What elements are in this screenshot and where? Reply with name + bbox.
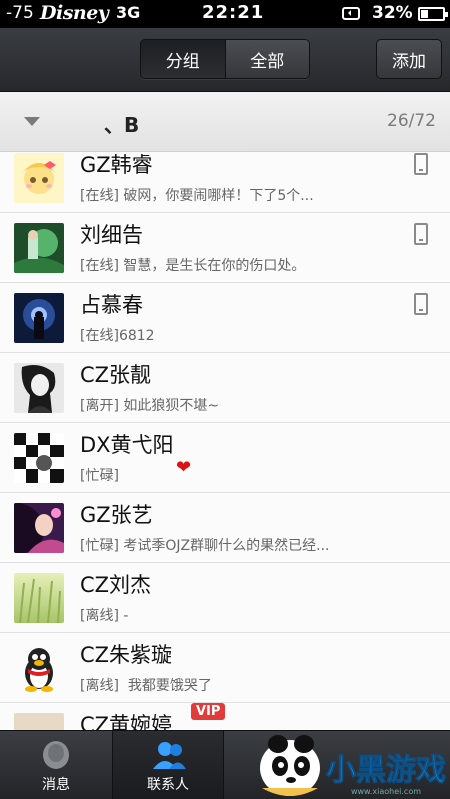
avatar: [14, 153, 64, 203]
contact-signature: [在线]6812: [80, 328, 155, 344]
mobile-online-icon: [414, 223, 428, 245]
contact-row[interactable]: CZ刘杰 [离线] -: [0, 563, 450, 633]
battery-icon: [418, 7, 448, 21]
mobile-online-icon: [414, 293, 428, 315]
contact-row[interactable]: CZ黄婉婷 VIP: [0, 703, 450, 730]
tab-messages-label: 消息: [42, 777, 70, 793]
contact-signature: [离开] 如此狼狈不堪~: [80, 398, 220, 414]
contact-row[interactable]: GZ韩睿 [在线] 破网，你要闹哪样！下了5个...: [0, 152, 450, 213]
group-header[interactable]: 、B 26/72: [0, 92, 450, 152]
avatar: [14, 363, 64, 413]
contact-name: 占慕春: [80, 293, 143, 317]
site-watermark: 小黑游戏 www.xiaohei.com: [248, 728, 450, 799]
tab-contacts[interactable]: 联系人: [112, 731, 224, 799]
svg-text:www.xiaohei.com: www.xiaohei.com: [351, 787, 421, 796]
status-bar: -75 Disney 3G 22:21 32%: [0, 0, 450, 28]
avatar: [14, 713, 64, 730]
contact-signature: [在线] 智慧，是生长在你的伤口处。: [80, 258, 306, 274]
view-segmented-control: 分组 全部: [140, 39, 310, 79]
chat-bubble-icon: [43, 741, 69, 769]
network-type: 3G: [116, 3, 141, 22]
battery-level: [421, 10, 428, 18]
carrier-name: Disney: [40, 2, 109, 24]
contact-name: CZ黄婉婷: [80, 713, 173, 730]
tab-groups[interactable]: 分组: [141, 40, 225, 78]
group-online-count: 26/72: [387, 111, 436, 131]
contact-name: GZ张艺: [80, 503, 153, 527]
contact-signature: [离线] 我都要饿哭了: [80, 678, 212, 694]
collapse-arrow-icon[interactable]: [24, 117, 40, 126]
top-bar: 分组 全部 添加: [0, 28, 450, 92]
contact-row[interactable]: CZ张靓 [离开] 如此狼狈不堪~: [0, 353, 450, 423]
avatar: [14, 643, 64, 693]
contact-name: 刘细告: [80, 223, 143, 247]
contact-name: CZ刘杰: [80, 573, 152, 597]
heart-icon: ❤: [176, 457, 192, 478]
tab-messages[interactable]: 消息: [0, 731, 112, 799]
clock: 22:21: [202, 2, 265, 23]
avatar: [14, 293, 64, 343]
avatar: [14, 433, 64, 483]
contact-name: DX黄弋阳: [80, 433, 174, 457]
contact-signature: [离线] -: [80, 608, 129, 624]
contact-signature: [忙碌] 考试季OJZ群聊什么的果然已经...: [80, 538, 330, 554]
tab-contacts-label: 联系人: [147, 777, 189, 793]
avatar: [14, 503, 64, 553]
contact-signature: [在线] 破网，你要闹哪样！下了5个...: [80, 188, 314, 204]
group-name: 、B: [104, 113, 140, 137]
svg-text:小黑游戏: 小黑游戏: [326, 753, 446, 788]
tab-all[interactable]: 全部: [224, 40, 309, 78]
vip-badge: VIP: [191, 703, 226, 720]
contact-list[interactable]: GZ韩睿 [在线] 破网，你要闹哪样！下了5个... 刘细告 [在线] 智慧，是…: [0, 152, 450, 730]
rotation-lock-icon: [342, 7, 360, 20]
contact-row[interactable]: 占慕春 [在线]6812: [0, 283, 450, 353]
avatar: [14, 573, 64, 623]
contact-row[interactable]: CZ朱紫璇 [离线] 我都要饿哭了: [0, 633, 450, 703]
contact-name: CZ朱紫璇: [80, 643, 173, 667]
mobile-online-icon: [414, 153, 428, 175]
signal-strength: -75: [6, 3, 34, 23]
avatar: [14, 223, 64, 273]
add-button[interactable]: 添加: [376, 39, 442, 79]
battery-percent: 32%: [372, 3, 413, 23]
contact-row[interactable]: GZ张艺 [忙碌] 考试季OJZ群聊什么的果然已经...: [0, 493, 450, 563]
contact-name: CZ张靓: [80, 363, 152, 387]
contact-row[interactable]: 刘细告 [在线] 智慧，是生长在你的伤口处。: [0, 213, 450, 283]
contacts-icon: [153, 742, 186, 769]
contact-signature: [忙碌]: [80, 468, 119, 484]
contact-name: GZ韩睿: [80, 153, 153, 177]
contact-row[interactable]: DX黄弋阳 [忙碌] ❤: [0, 423, 450, 493]
